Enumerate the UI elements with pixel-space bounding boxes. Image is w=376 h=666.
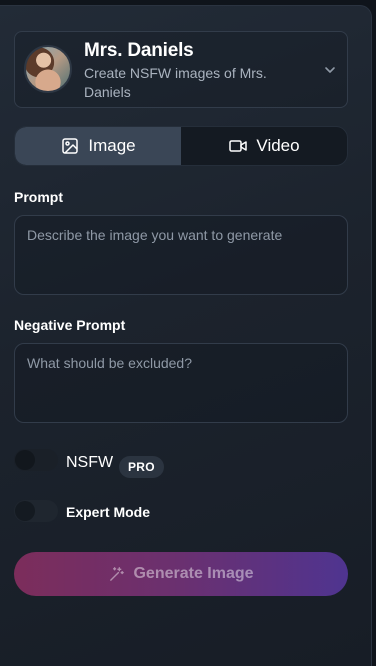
prompt-label: Prompt	[14, 189, 63, 205]
expert-mode-label: Expert Mode	[66, 504, 151, 520]
tab-video-label: Video	[256, 136, 300, 155]
tab-video[interactable]: Video	[181, 127, 347, 165]
character-avatar	[24, 45, 72, 93]
negative-prompt-label: Negative Prompt	[14, 317, 126, 333]
character-name: Mrs. Daniels	[84, 40, 194, 61]
pro-badge: PRO	[119, 456, 164, 478]
magic-wand-icon	[110, 566, 125, 581]
expert-mode-toggle-knob	[15, 501, 35, 521]
generate-image-label: Generate Image	[133, 565, 254, 582]
nsfw-toggle[interactable]	[14, 449, 58, 471]
negative-prompt-input[interactable]	[14, 343, 348, 423]
mode-tabs: Image Video	[14, 126, 348, 166]
expert-mode-toggle[interactable]	[14, 500, 58, 522]
generate-image-button[interactable]: Generate Image	[14, 552, 348, 596]
tab-image[interactable]: Image	[15, 127, 181, 165]
generator-panel: Mrs. Daniels Create NSFW images of Mrs. …	[0, 5, 372, 666]
chevron-down-icon[interactable]	[322, 62, 338, 78]
character-selector[interactable]: Mrs. Daniels Create NSFW images of Mrs. …	[14, 31, 348, 108]
nsfw-toggle-knob	[15, 450, 35, 470]
video-camera-icon	[229, 140, 248, 152]
tab-image-label: Image	[88, 136, 136, 155]
character-description: Create NSFW images of Mrs. Daniels	[84, 65, 267, 100]
nsfw-label: NSFW	[66, 454, 114, 471]
image-icon	[62, 138, 79, 154]
prompt-input[interactable]	[14, 215, 348, 295]
